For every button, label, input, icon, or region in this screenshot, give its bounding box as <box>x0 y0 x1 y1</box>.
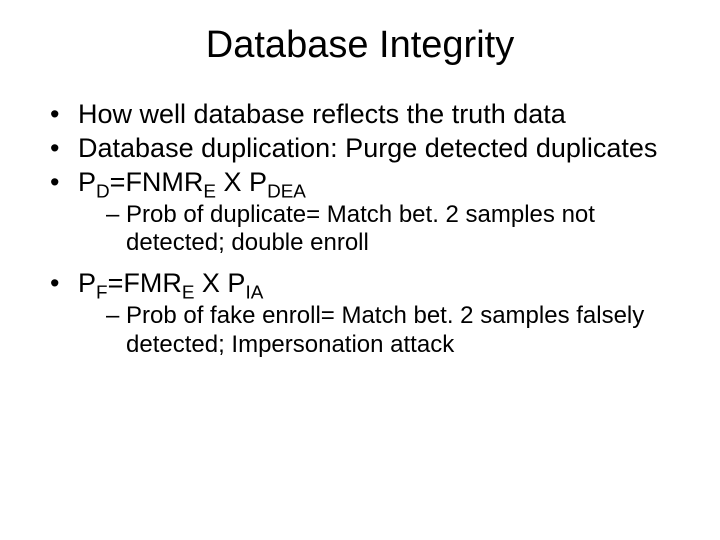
sub-list: Prob of duplicate= Match bet. 2 samples … <box>78 201 700 259</box>
sub-item: Prob of duplicate= Match bet. 2 samples … <box>106 201 700 259</box>
formula-pf: PF=FMRE X PIA <box>78 268 263 298</box>
sub-list: Prob of fake enroll= Match bet. 2 sample… <box>78 302 700 360</box>
bullet-list: How well database reflects the truth dat… <box>20 99 700 360</box>
formula-pd: PD=FNMRE X PDEA <box>78 167 306 197</box>
sub-item: Prob of fake enroll= Match bet. 2 sample… <box>106 302 700 360</box>
bullet-text: How well database reflects the truth dat… <box>78 99 566 129</box>
slide: Database Integrity How well database ref… <box>0 0 720 540</box>
bullet-item-2: Database duplication: Purge detected dup… <box>50 133 700 165</box>
bullet-item-4: PF=FMRE X PIA Prob of fake enroll= Match… <box>50 268 700 359</box>
slide-title: Database Integrity <box>20 24 700 67</box>
bullet-item-3: PD=FNMRE X PDEA Prob of duplicate= Match… <box>50 167 700 258</box>
sub-text: Prob of fake enroll= Match bet. 2 sample… <box>126 302 644 358</box>
sub-text: Prob of duplicate= Match bet. 2 samples … <box>126 201 595 257</box>
bullet-text: Database duplication: Purge detected dup… <box>78 133 657 163</box>
bullet-item-1: How well database reflects the truth dat… <box>50 99 700 131</box>
